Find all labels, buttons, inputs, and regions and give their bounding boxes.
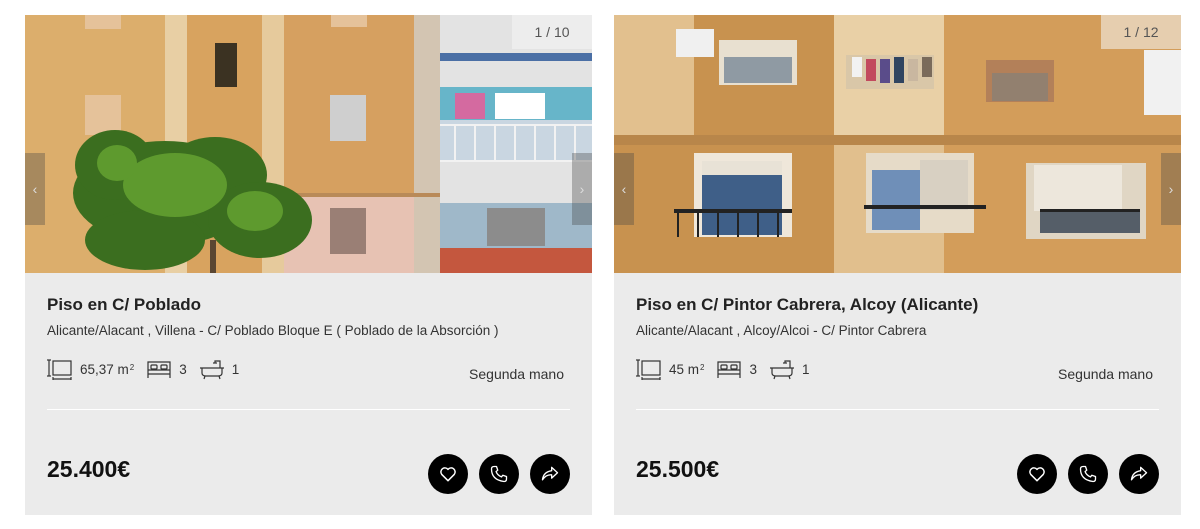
building-photo <box>614 15 1181 273</box>
bed-icon <box>147 361 171 378</box>
listing-features: 45 m2 3 1 <box>636 357 822 381</box>
photo-counter: 1 / 10 <box>512 15 592 49</box>
bathrooms-feature: 1 <box>769 358 810 380</box>
share-button[interactable] <box>530 454 570 494</box>
bedrooms-value: 3 <box>749 361 757 377</box>
share-icon <box>1130 466 1148 481</box>
share-icon <box>541 466 559 481</box>
chevron-right-icon[interactable]: › <box>1161 153 1181 225</box>
favorite-button[interactable] <box>428 454 468 494</box>
bedrooms-value: 3 <box>179 361 187 377</box>
share-button[interactable] <box>1119 454 1159 494</box>
listing-location: Alicante/Alacant , Alcoy/Alcoi - C/ Pint… <box>636 323 927 338</box>
chevron-left-icon[interactable]: ‹ <box>25 153 45 225</box>
bathrooms-value: 1 <box>801 361 810 377</box>
divider <box>636 409 1159 410</box>
listing-actions <box>417 454 570 494</box>
bed-icon <box>717 361 742 378</box>
listing-card[interactable]: 1 / 10 ‹ › Piso en C/ Poblado Alicante/A… <box>25 15 592 515</box>
listing-photo[interactable]: 1 / 12 ‹ › <box>614 15 1181 273</box>
call-button[interactable] <box>479 454 519 494</box>
listing-info: Piso en C/ Poblado Alicante/Alacant , Vi… <box>25 273 592 515</box>
listing-title[interactable]: Piso en C/ Pintor Cabrera, Alcoy (Alican… <box>636 295 978 315</box>
area-value: 45 m <box>669 361 700 377</box>
listing-price: 25.500€ <box>636 456 720 482</box>
listing-features: 65,37 m2 3 1 <box>47 357 251 381</box>
listing-actions <box>1006 454 1159 494</box>
chevron-left-icon[interactable]: ‹ <box>614 153 634 225</box>
bathtub-icon <box>769 360 794 380</box>
call-button[interactable] <box>1068 454 1108 494</box>
phone-icon <box>1079 465 1097 483</box>
listing-photo[interactable]: 1 / 10 ‹ › <box>25 15 592 273</box>
area-value: 65,37 m <box>80 361 129 377</box>
favorite-button[interactable] <box>1017 454 1057 494</box>
area-icon <box>47 359 72 380</box>
listing-title[interactable]: Piso en C/ Poblado <box>47 295 201 315</box>
heart-icon <box>440 467 456 482</box>
bathrooms-feature: 1 <box>199 358 240 380</box>
bedrooms-feature: 3 <box>716 358 757 380</box>
listing-price: 25.400€ <box>47 456 131 482</box>
chevron-right-icon[interactable]: › <box>572 153 592 225</box>
listing-info: Piso en C/ Pintor Cabrera, Alcoy (Alican… <box>614 273 1181 515</box>
bathrooms-value: 1 <box>231 361 240 377</box>
photo-counter: 1 / 12 <box>1101 15 1181 49</box>
area-unit-superscript: 2 <box>700 362 705 372</box>
building-photo <box>25 15 592 273</box>
heart-icon <box>1029 467 1045 482</box>
area-unit-superscript: 2 <box>129 362 135 372</box>
area-feature: 45 m2 <box>636 358 704 380</box>
listing-card[interactable]: 1 / 12 ‹ › Piso en C/ Pintor Cabrera, Al… <box>614 15 1181 515</box>
area-feature: 65,37 m2 <box>47 358 134 380</box>
divider <box>47 409 570 410</box>
listing-location: Alicante/Alacant , Villena - C/ Poblado … <box>47 323 499 338</box>
area-icon <box>636 359 661 380</box>
bathtub-icon <box>199 360 224 380</box>
bedrooms-feature: 3 <box>146 358 187 380</box>
condition-label: Segunda mano <box>469 366 564 382</box>
condition-label: Segunda mano <box>1058 366 1153 382</box>
phone-icon <box>490 465 508 483</box>
